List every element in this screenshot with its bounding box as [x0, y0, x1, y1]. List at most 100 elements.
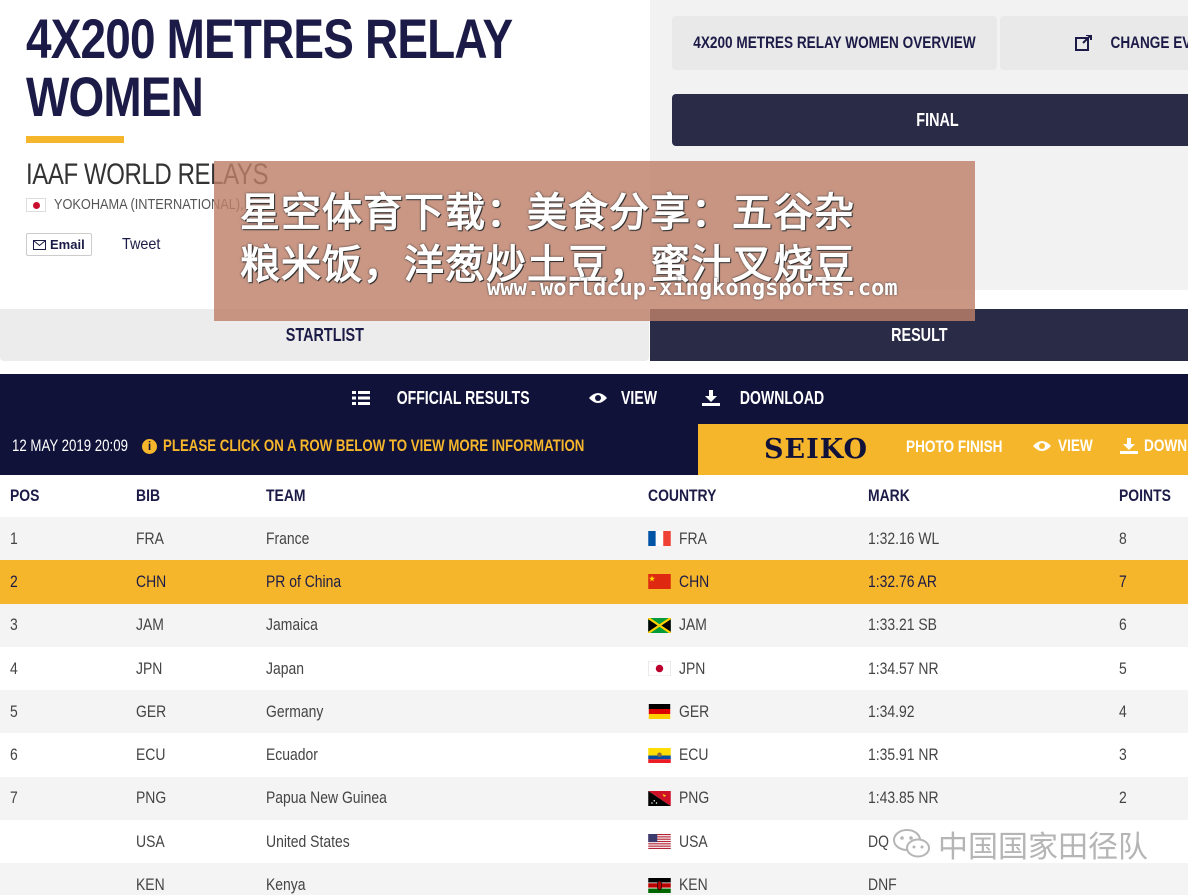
- cell-mark: 1:35.91 NR: [868, 745, 939, 765]
- japan-flag-icon: [26, 197, 46, 212]
- country-flag-icon: [648, 661, 671, 677]
- cell-team: United States: [266, 831, 350, 851]
- cell-team: Germany: [266, 701, 324, 721]
- eye-icon: [1033, 441, 1051, 451]
- cell-points: 5: [1119, 658, 1127, 678]
- photo-finish-download-button[interactable]: DOWN: [1120, 436, 1188, 456]
- download-icon: [702, 390, 721, 406]
- header-mark: MARK: [868, 486, 910, 505]
- cell-country: GER: [648, 702, 716, 722]
- info-icon: i: [142, 438, 157, 454]
- view-label: VIEW: [621, 387, 658, 408]
- change-event-button[interactable]: CHANGE EVENT: [1000, 16, 1188, 70]
- photo-finish-download-label: DOWN: [1144, 436, 1188, 455]
- table-row[interactable]: KEN Kenya KEN DNF: [0, 863, 1188, 895]
- cell-team: Ecuador: [266, 745, 318, 765]
- country-flag-icon: [648, 574, 671, 590]
- result-datetime: 12 MAY 2019 20:09: [12, 436, 129, 455]
- country-flag-icon: [648, 704, 671, 720]
- cell-team: Jamaica: [266, 615, 318, 635]
- header-team: TEAM: [266, 486, 306, 505]
- cell-bib: GER: [136, 701, 167, 721]
- photo-finish-view-button[interactable]: VIEW: [1032, 436, 1101, 456]
- list-icon: [351, 391, 370, 405]
- country-flag-icon: [648, 617, 671, 633]
- cell-country: JPN: [648, 659, 711, 679]
- cell-points: 8: [1119, 528, 1127, 548]
- cell-mark: 1:32.76 AR: [868, 571, 937, 591]
- cell-team: France: [266, 528, 310, 548]
- cell-pos: 2: [10, 571, 18, 591]
- envelope-icon: [33, 239, 46, 250]
- seiko-logo: SEIKO: [764, 434, 868, 465]
- tab-startlist-label: STARTLIST: [285, 324, 364, 345]
- header-bib: BIB: [136, 486, 161, 505]
- overview-button[interactable]: 4X200 METRES RELAY WOMEN OVERVIEW: [672, 16, 997, 70]
- email-share-button[interactable]: Email: [26, 233, 92, 256]
- country-flag-icon: [648, 747, 671, 763]
- country-flag-icon: [648, 790, 671, 806]
- cell-mark: 1:43.85 NR: [868, 788, 939, 808]
- cell-country: KEN: [648, 875, 714, 895]
- table-row[interactable]: 7 PNG Papua New Guinea PNG 1:43.85 NR 2: [0, 776, 1188, 821]
- cell-points: 2: [1119, 788, 1127, 808]
- cell-mark: 1:34.57 NR: [868, 658, 939, 678]
- header-country: COUNTRY: [648, 486, 717, 505]
- email-label: Email: [50, 237, 85, 252]
- official-results-link[interactable]: OFFICIAL RESULTS: [351, 387, 548, 409]
- final-label: FINAL: [915, 109, 959, 130]
- table-header: POS BIB TEAM COUNTRY MARK POINTS: [0, 475, 1188, 517]
- cell-country: JAM: [648, 615, 713, 635]
- cell-mark: DNF: [868, 875, 897, 895]
- cell-country: USA: [648, 832, 714, 852]
- cell-team: Kenya: [266, 875, 306, 895]
- cell-bib: PNG: [136, 788, 167, 808]
- cell-country: ECU: [648, 745, 715, 765]
- header-pos: POS: [10, 486, 40, 505]
- wechat-watermark: 中国国家田径队: [892, 822, 1148, 866]
- table-row[interactable]: 2 CHN PR of China CHN 1:32.76 AR 7: [0, 560, 1188, 604]
- cell-team: Papua New Guinea: [266, 788, 387, 808]
- title-line-2: WOMEN: [26, 65, 204, 128]
- cell-pos: 3: [10, 615, 18, 635]
- cell-pos: 5: [10, 701, 18, 721]
- cell-points: 4: [1119, 701, 1127, 721]
- cell-bib: KEN: [136, 875, 165, 895]
- table-row[interactable]: 5 GER Germany GER 1:34.92 4: [0, 690, 1188, 734]
- tweet-link[interactable]: Tweet: [122, 236, 160, 254]
- final-round-button[interactable]: FINAL: [672, 94, 1188, 146]
- download-results-button[interactable]: DOWNLOAD: [702, 388, 836, 409]
- table-row[interactable]: 3 JAM Jamaica JAM 1:33.21 SB 6: [0, 603, 1188, 647]
- table-row[interactable]: 4 JPN Japan JPN 1:34.57 NR 5: [0, 646, 1188, 691]
- share-row: Email Tweet: [26, 233, 164, 256]
- cell-team: PR of China: [266, 571, 342, 591]
- table-row[interactable]: 1 FRA France FRA 1:32.16 WL 8: [0, 517, 1188, 561]
- cell-pos: 1: [10, 528, 18, 548]
- cell-points: 3: [1119, 745, 1127, 765]
- cell-bib: JPN: [136, 658, 163, 678]
- cell-mark: 1:33.21 SB: [868, 615, 937, 635]
- cell-points: 7: [1119, 571, 1127, 591]
- cell-bib: ECU: [136, 745, 166, 765]
- photo-finish-label: PHOTO FINISH: [906, 437, 1003, 456]
- overview-label: 4X200 METRES RELAY WOMEN OVERVIEW: [693, 33, 976, 52]
- promo-url: www.worldcup-xingkongsports.com: [487, 276, 898, 301]
- download-icon: [1120, 438, 1138, 454]
- wechat-icon: [893, 829, 930, 858]
- title-accent-bar: [26, 136, 124, 143]
- official-results-label: OFFICIAL RESULTS: [396, 387, 530, 408]
- title-line-1: 4X200 METRES RELAY: [26, 7, 513, 70]
- cell-pos: 7: [10, 788, 18, 808]
- view-results-button[interactable]: VIEW: [588, 388, 662, 409]
- cell-points: 6: [1119, 615, 1127, 635]
- cell-pos: 4: [10, 658, 18, 678]
- cell-country: FRA: [648, 529, 713, 549]
- cell-mark: 1:32.16 WL: [868, 528, 940, 548]
- cell-bib: FRA: [136, 528, 164, 548]
- cell-bib: USA: [136, 831, 165, 851]
- change-event-label: CHANGE EVENT: [1110, 33, 1188, 52]
- tab-result-label: RESULT: [890, 324, 948, 345]
- table-row[interactable]: 6 ECU Ecuador ECU 1:35.91 NR 3: [0, 733, 1188, 777]
- download-label: DOWNLOAD: [740, 387, 825, 408]
- cell-team: Japan: [266, 658, 304, 678]
